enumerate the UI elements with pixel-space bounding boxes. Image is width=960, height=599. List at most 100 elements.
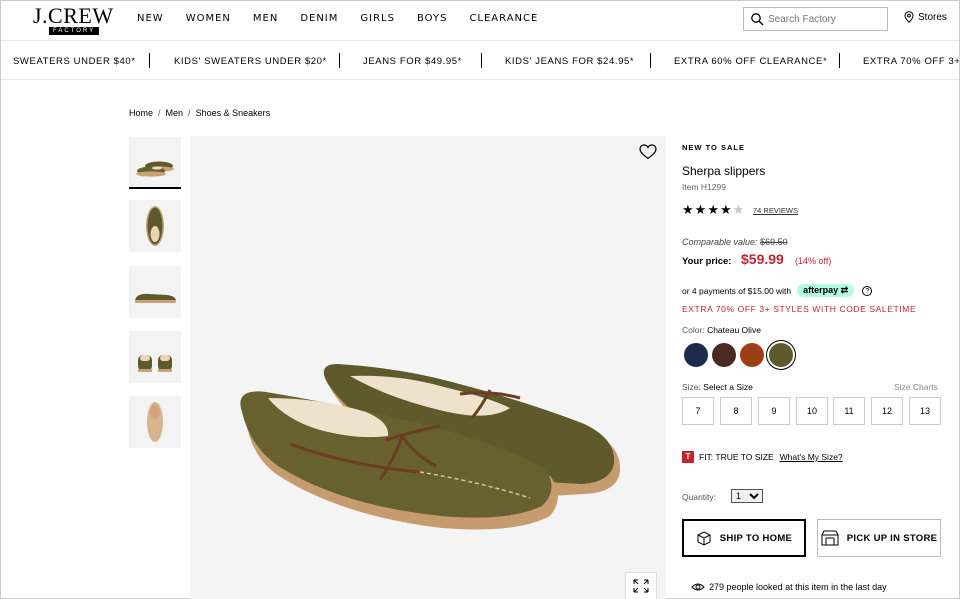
breadcrumb-shoes[interactable]: Shoes & Sneakers: [196, 108, 271, 118]
promo-sweaters[interactable]: SWEATERS UNDER $40*: [13, 56, 136, 67]
stores-link[interactable]: Stores: [904, 11, 947, 23]
percent-off: (14% off): [795, 256, 832, 266]
fit-info: T FIT: TRUE TO SIZE What's My Size?: [682, 451, 843, 463]
afterpay-text: or 4 payments of $15.00 with: [682, 285, 792, 296]
nav-girls[interactable]: GIRLS: [360, 13, 395, 24]
quantity-select[interactable]: 1: [731, 489, 763, 503]
size-button-9[interactable]: 9: [758, 397, 790, 425]
jcrew-factory-logo[interactable]: J.CREW FACTORY: [33, 3, 114, 35]
stores-label: Stores: [918, 11, 947, 23]
comparable-value: Comparable value: $69.50: [682, 237, 788, 247]
nav-men[interactable]: MEN: [253, 13, 278, 24]
sherpa-slippers-image: [240, 364, 621, 530]
size-key: Size:: [682, 382, 701, 392]
swatch-navy[interactable]: [684, 343, 708, 367]
size-button-13[interactable]: 13: [909, 397, 941, 425]
thumbnail-sole-view[interactable]: [129, 396, 181, 448]
promo-divider: [481, 53, 482, 68]
sale-price: $59.99: [741, 251, 784, 267]
search-box[interactable]: [743, 7, 888, 31]
thumbnail-top-view[interactable]: [129, 200, 181, 252]
main-product-image[interactable]: [190, 136, 666, 599]
main-nav: NEW WOMEN MEN DENIM GIRLS BOYS CLEARANCE: [137, 13, 560, 24]
reviews-link[interactable]: 74 REVIEWS: [753, 206, 798, 215]
pick-up-label: PICK UP IN STORE: [846, 532, 938, 544]
breadcrumb-home[interactable]: Home: [129, 108, 153, 118]
afterpay-logo[interactable]: afterpay ⇄: [797, 284, 855, 297]
location-pin-icon: [904, 11, 914, 23]
fit-text: FIT: TRUE TO SIZE: [699, 452, 774, 462]
swatch-rust[interactable]: [740, 343, 764, 367]
pick-up-in-store-button[interactable]: PICK UP IN STORE: [817, 519, 941, 557]
logo-wordmark: J.CREW: [33, 3, 114, 28]
breadcrumb-separator: /: [158, 108, 161, 118]
promo-divider: [149, 53, 150, 68]
size-button-10[interactable]: 10: [796, 397, 828, 425]
thumbnail-back-view[interactable]: [129, 331, 181, 383]
star-filled-icon: ★: [707, 202, 719, 217]
breadcrumb: Home / Men / Shoes & Sneakers: [129, 108, 270, 118]
size-button-11[interactable]: 11: [833, 397, 865, 425]
size-button-12[interactable]: 12: [871, 397, 903, 425]
new-to-sale-badge: NEW TO SALE: [682, 143, 745, 152]
expand-icon: [633, 579, 649, 593]
color-value: Chateau Olive: [707, 325, 761, 335]
swatch-chateau-olive[interactable]: [769, 343, 793, 367]
star-filled-icon: ★: [682, 202, 694, 217]
item-number: Item H1299: [682, 182, 726, 192]
swatch-brown[interactable]: [712, 343, 736, 367]
nav-new[interactable]: NEW: [137, 13, 164, 24]
search-icon[interactable]: [750, 12, 764, 26]
search-input[interactable]: [768, 11, 880, 27]
promo-kids-sweaters[interactable]: KIDS' SWEATERS UNDER $20*: [174, 56, 327, 67]
thumbnail-pair-angle[interactable]: [129, 137, 181, 189]
slipper-back-image: [138, 355, 172, 372]
viewers-text: 279 people looked at this item in the la…: [709, 582, 887, 592]
eye-icon: [691, 583, 705, 591]
site-header: J.CREW FACTORY NEW WOMEN MEN DENIM GIRLS…: [1, 1, 959, 41]
ship-to-home-label: SHIP TO HOME: [719, 532, 793, 544]
star-filled-icon: ★: [719, 202, 732, 217]
size-button-7[interactable]: 7: [682, 397, 714, 425]
promo-bar: SWEATERS UNDER $40* KIDS' SWEATERS UNDER…: [1, 42, 959, 80]
size-charts-link[interactable]: Size Charts: [894, 382, 938, 392]
expand-image-button[interactable]: [625, 572, 657, 599]
favorite-heart-icon[interactable]: [639, 144, 657, 160]
question-circle-icon[interactable]: ?: [862, 285, 873, 296]
promo-divider: [839, 53, 840, 68]
slipper-top-image: [146, 206, 164, 246]
box-icon: [697, 531, 711, 546]
color-key: Color:: [682, 325, 705, 335]
product-title: Sherpa slippers: [682, 164, 766, 178]
nav-clearance[interactable]: CLEARANCE: [469, 13, 538, 24]
nav-women[interactable]: WOMEN: [186, 13, 231, 24]
ship-to-home-button[interactable]: SHIP TO HOME: [682, 519, 806, 557]
whats-my-size-link[interactable]: What's My Size?: [780, 452, 843, 462]
promo-clearance[interactable]: EXTRA 60% OFF CLEARANCE*: [674, 56, 827, 67]
breadcrumb-separator: /: [188, 108, 191, 118]
color-label: Color: Chateau Olive: [682, 325, 761, 335]
logo-factory-tag: FACTORY: [49, 27, 100, 35]
star-empty-icon: ★: [732, 202, 745, 217]
afterpay-brand: afterpay: [803, 285, 839, 295]
storefront-icon: [821, 530, 839, 546]
star-filled-icon: ★: [694, 202, 707, 217]
your-price-label: Your price:: [682, 256, 732, 267]
fit-badge-icon: T: [682, 451, 694, 463]
promo-code-message: EXTRA 70% OFF 3+ STYLES WITH CODE SALETI…: [682, 304, 917, 314]
quantity-label: Quantity:: [682, 492, 717, 502]
nav-boys[interactable]: BOYS: [417, 13, 447, 24]
size-button-8[interactable]: 8: [720, 397, 752, 425]
slipper-sole-image: [147, 402, 163, 442]
breadcrumb-men[interactable]: Men: [166, 108, 184, 118]
promo-divider: [339, 53, 340, 68]
thumbnail-side-view[interactable]: [129, 266, 181, 318]
nav-denim[interactable]: DENIM: [300, 13, 338, 24]
promo-jeans[interactable]: JEANS FOR $49.95*: [363, 56, 462, 67]
promo-extra-70[interactable]: EXTRA 70% OFF 3+: [863, 56, 959, 67]
comparable-label: Comparable value:: [682, 237, 758, 247]
slipper-pair-image: [136, 161, 174, 177]
star-rating[interactable]: ★ ★ ★ ★ ★: [682, 203, 745, 216]
promo-kids-jeans[interactable]: KIDS' JEANS FOR $24.95*: [505, 56, 634, 67]
size-label: Size: Select a Size: [682, 382, 753, 392]
